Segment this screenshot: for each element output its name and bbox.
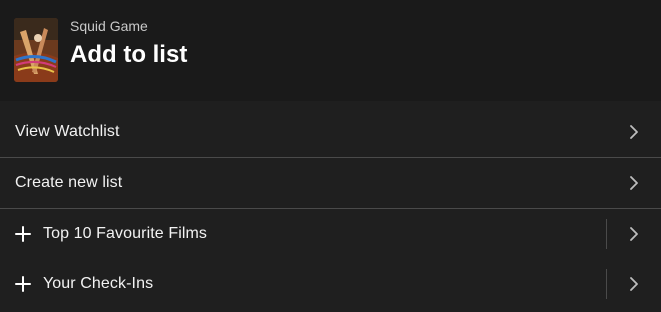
dialog-title: Add to list xyxy=(70,41,188,68)
row-label: Top 10 Favourite Films xyxy=(43,225,208,242)
row-divider xyxy=(606,269,607,299)
row-label: Create new list xyxy=(15,174,123,191)
your-check-ins-row[interactable]: Your Check-Ins xyxy=(0,259,661,309)
view-watchlist-row[interactable]: View Watchlist xyxy=(0,107,661,158)
top-10-favourite-films-row[interactable]: Top 10 Favourite Films xyxy=(0,209,661,259)
list-options: View Watchlist Create new list Top 10 Fa… xyxy=(0,107,661,309)
row-label: Your Check-Ins xyxy=(43,275,154,292)
chevron-right-icon[interactable] xyxy=(629,277,639,291)
add-to-list-panel: Squid Game Add to list View Watchlist Cr… xyxy=(0,0,661,312)
row-label: View Watchlist xyxy=(15,123,120,140)
chevron-right-icon[interactable] xyxy=(629,227,639,241)
show-title: Squid Game xyxy=(70,18,148,34)
plus-icon[interactable] xyxy=(15,226,31,242)
chevron-right-icon xyxy=(630,125,638,139)
create-new-list-row[interactable]: Create new list xyxy=(0,158,661,209)
chevron-right-icon xyxy=(630,176,638,190)
poster-image xyxy=(14,18,58,82)
row-divider xyxy=(606,219,607,249)
poster-thumbnail xyxy=(14,18,58,82)
header: Squid Game Add to list xyxy=(0,0,661,101)
plus-icon[interactable] xyxy=(15,276,31,292)
